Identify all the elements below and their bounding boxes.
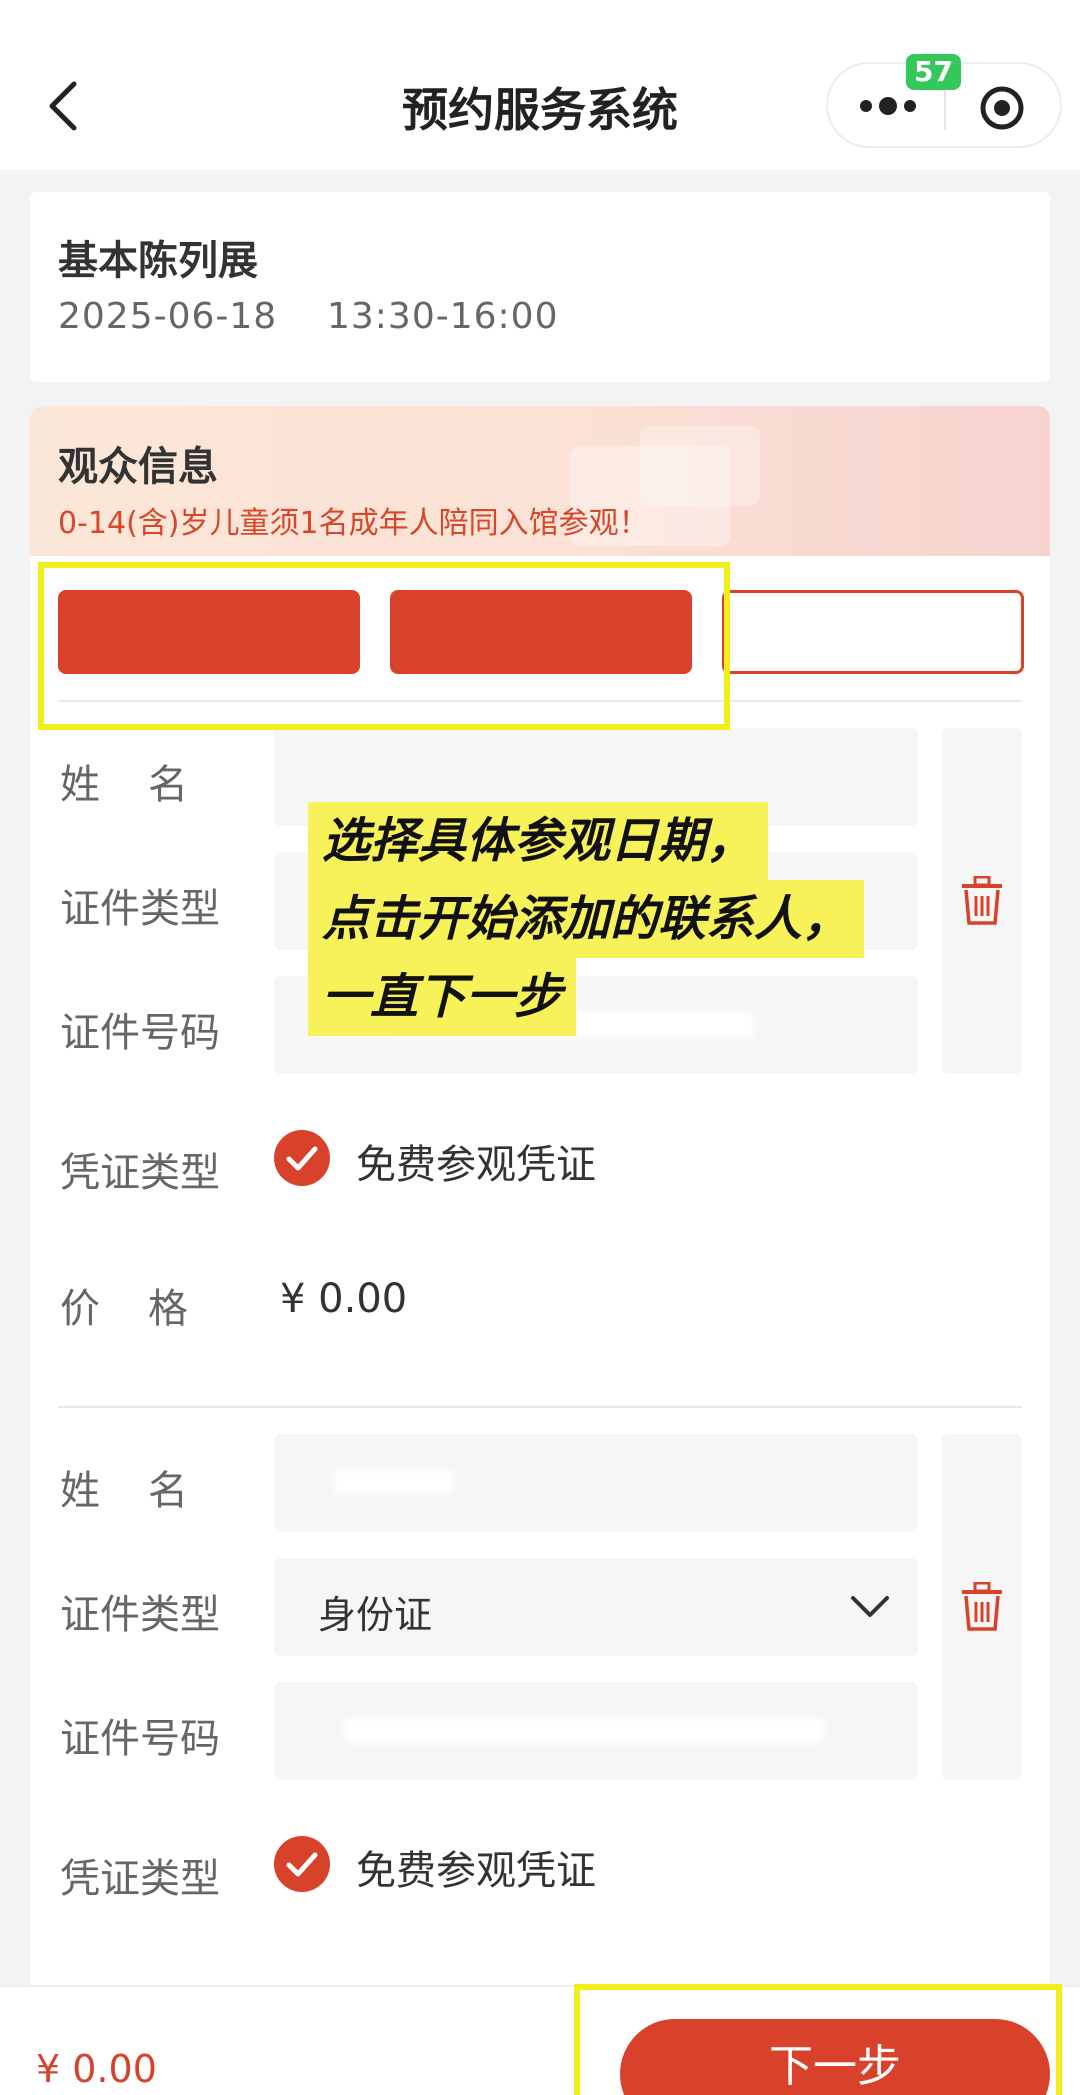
- name-label: 姓名: [60, 1468, 236, 1514]
- exhibit-title: 基本陈列展: [58, 238, 258, 284]
- delete-visitor-area: [942, 1434, 1022, 1780]
- redacted-text: [344, 1718, 824, 1744]
- id-type-label: 证件类型: [60, 886, 220, 932]
- voucher-type-value: 免费参观凭证: [356, 1142, 596, 1188]
- child-notice: 0-14(含)岁儿童须1名成年人陪同入馆参观！: [58, 506, 649, 541]
- id-type-label: 证件类型: [60, 1592, 220, 1638]
- visitor-header: 观众信息 0-14(含)岁儿童须1名成年人陪同入馆参观！: [30, 406, 1050, 556]
- caption-line: 点击开始添加的联系人，: [308, 880, 865, 958]
- visitor-section-title: 观众信息: [58, 444, 218, 490]
- trash-icon[interactable]: [960, 1582, 1004, 1632]
- id-number-label: 证件号码: [60, 1716, 220, 1762]
- check-circle-icon[interactable]: [274, 1130, 330, 1186]
- trash-icon[interactable]: [960, 876, 1004, 926]
- id-type-select[interactable]: 身份证: [274, 1558, 918, 1656]
- voucher-type-label: 凭证类型: [60, 1150, 220, 1196]
- exhibit-card: 基本陈列展 2025-06-18 13:30-16:00: [30, 192, 1050, 382]
- exhibit-datetime: 2025-06-18 13:30-16:00: [58, 296, 559, 337]
- capsule-divider: [944, 84, 946, 130]
- close-target-icon[interactable]: [978, 84, 1026, 132]
- chevron-down-icon[interactable]: [850, 1594, 890, 1620]
- notification-badge: 57: [906, 54, 961, 90]
- divider: [58, 1406, 1022, 1408]
- nav-bar: 预约服务系统 57: [0, 0, 1080, 170]
- total-price: ¥ 0.00: [36, 2047, 157, 2091]
- id-number-label: 证件号码: [60, 1010, 220, 1056]
- delete-visitor-area: [942, 728, 1022, 1074]
- name-label: 姓名: [60, 762, 236, 808]
- more-icon[interactable]: [858, 94, 918, 118]
- price-value: ¥ 0.00: [280, 1276, 408, 1322]
- caption-line: 一直下一步: [308, 958, 577, 1036]
- id-number-input[interactable]: [274, 1682, 918, 1780]
- caption-line: 选择具体参观日期，: [308, 802, 769, 880]
- highlight-frame: [38, 562, 730, 730]
- contact-chip[interactable]: [722, 590, 1024, 674]
- check-circle-icon[interactable]: [274, 1836, 330, 1892]
- voucher-type-label: 凭证类型: [60, 1856, 220, 1902]
- name-input[interactable]: [274, 1434, 918, 1532]
- redacted-text: [334, 1470, 454, 1494]
- id-type-value: 身份证: [318, 1593, 433, 1637]
- highlight-frame: [574, 1984, 1062, 2095]
- voucher-type-value: 免费参观凭证: [356, 1848, 596, 1894]
- price-label: 价格: [60, 1286, 236, 1332]
